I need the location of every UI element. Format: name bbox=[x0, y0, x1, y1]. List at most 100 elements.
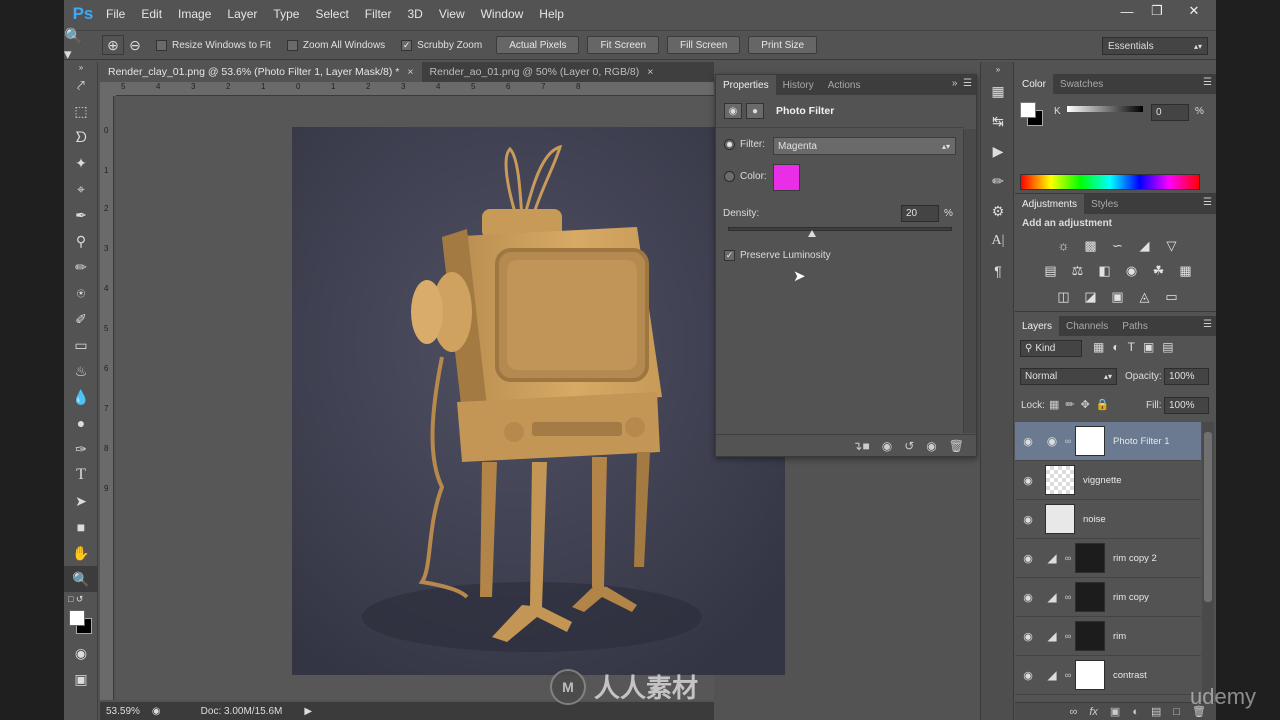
status-proof-icon[interactable]: ◉ bbox=[152, 706, 161, 717]
threshold-icon[interactable]: ▣ bbox=[1104, 284, 1131, 310]
add-mask-icon[interactable]: ▣ bbox=[1110, 705, 1120, 718]
layer-row[interactable]: ◉ ◢ ∞ contrast bbox=[1015, 656, 1201, 695]
opacity-input[interactable]: 100% bbox=[1164, 368, 1209, 385]
adjustment-filter-icon[interactable]: ◐ bbox=[1112, 340, 1127, 354]
brush-presets-icon[interactable]: ✏ bbox=[981, 166, 1015, 196]
scrubby-zoom-checkbox[interactable]: ✓ Scrubby Zoom bbox=[401, 39, 482, 51]
layer-mask-thumbnail[interactable] bbox=[1075, 582, 1105, 612]
restore-icon[interactable]: ❐ bbox=[1142, 0, 1172, 22]
tab-channels[interactable]: Channels bbox=[1059, 316, 1115, 336]
tab-actions[interactable]: Actions bbox=[821, 75, 868, 95]
eye-icon[interactable]: ◉ bbox=[1015, 474, 1041, 487]
layer-row[interactable]: ◉ ◉ ∞ Photo Filter 1 bbox=[1015, 422, 1201, 461]
foreground-color-chip[interactable] bbox=[1020, 102, 1036, 118]
layers-scrollbar[interactable] bbox=[1202, 422, 1214, 702]
screen-mode-icon[interactable]: ▣ bbox=[64, 666, 98, 692]
layer-name[interactable]: contrast bbox=[1113, 670, 1147, 681]
eraser-tool-icon[interactable]: ▭ bbox=[64, 332, 98, 358]
panel-menu-icon[interactable]: ☰ bbox=[1203, 197, 1212, 208]
layer-mask-thumbnail[interactable] bbox=[1075, 543, 1105, 573]
lasso-tool-icon[interactable]: ᗤ bbox=[64, 124, 98, 150]
exposure-icon[interactable]: ◢ bbox=[1131, 233, 1158, 259]
tab-adjustments[interactable]: Adjustments bbox=[1015, 194, 1085, 214]
pen-tool-icon[interactable]: ✑ bbox=[64, 436, 98, 462]
path-selection-tool-icon[interactable]: ➤ bbox=[64, 488, 98, 514]
photo-filter-icon[interactable]: ◉ bbox=[1118, 258, 1145, 284]
layer-row[interactable]: ◉ ◢ ∞ rim copy bbox=[1015, 578, 1201, 617]
link-layers-icon[interactable]: ∞ bbox=[1070, 706, 1078, 718]
clip-to-layer-icon[interactable]: ↴■ bbox=[852, 439, 869, 453]
tab-layers[interactable]: Layers bbox=[1015, 316, 1060, 336]
new-adjustment-icon[interactable]: ◐ bbox=[1132, 706, 1139, 718]
minimize-icon[interactable]: — bbox=[1112, 0, 1142, 22]
layer-mask-thumbnail[interactable] bbox=[1075, 621, 1105, 651]
view-previous-state-icon[interactable]: ◉ bbox=[882, 439, 892, 453]
marquee-tool-icon[interactable]: ⬚ bbox=[64, 98, 98, 124]
blend-mode-select[interactable]: Normal ▴▾ bbox=[1020, 368, 1117, 385]
tab-swatches[interactable]: Swatches bbox=[1053, 74, 1110, 94]
foreground-color-swatch[interactable] bbox=[69, 610, 85, 626]
zoom-all-windows-checkbox[interactable]: Zoom All Windows bbox=[286, 39, 385, 51]
menu-view[interactable]: View bbox=[431, 7, 473, 21]
collapse-toolbar-icon[interactable]: » bbox=[64, 62, 98, 72]
chain-icon[interactable]: ∞ bbox=[1063, 631, 1073, 641]
density-slider[interactable] bbox=[728, 227, 952, 237]
zoom-tool-icon[interactable]: 🔍 bbox=[64, 566, 98, 592]
fill-input[interactable]: 100% bbox=[1164, 397, 1209, 414]
tab-history[interactable]: History bbox=[776, 75, 821, 95]
layer-name[interactable]: rim copy 2 bbox=[1113, 553, 1157, 564]
menu-select[interactable]: Select bbox=[307, 7, 356, 21]
hue-saturation-icon[interactable]: ▤ bbox=[1037, 258, 1064, 284]
layer-row[interactable]: ◉ viggnette bbox=[1015, 461, 1201, 500]
blur-tool-icon[interactable]: 💧 bbox=[64, 384, 98, 410]
brightness-icon[interactable]: ☼ bbox=[1050, 232, 1077, 258]
paragraph-icon[interactable]: ¶ bbox=[981, 256, 1015, 286]
menu-help[interactable]: Help bbox=[531, 7, 572, 21]
layer-name[interactable]: rim copy bbox=[1113, 592, 1149, 603]
new-group-icon[interactable]: ▤ bbox=[1151, 705, 1161, 718]
layer-thumbnail[interactable] bbox=[1045, 465, 1075, 495]
horizontal-ruler[interactable]: 5 4 3 2 1 0 1 2 3 4 5 6 7 8 bbox=[116, 82, 714, 96]
print-size-button[interactable]: Print Size bbox=[748, 36, 818, 54]
history-icon[interactable]: ▦ bbox=[981, 76, 1015, 106]
doc-tab-render-clay[interactable]: Render_clay_01.png @ 53.6% (Photo Filter… bbox=[100, 62, 422, 82]
filter-radio[interactable] bbox=[724, 139, 735, 150]
clone-stamp-tool-icon[interactable]: ⍟ bbox=[64, 280, 98, 306]
history-brush-tool-icon[interactable]: ✐ bbox=[64, 306, 98, 332]
color-balance-icon[interactable]: ⚖ bbox=[1064, 258, 1091, 284]
chain-icon[interactable]: ∞ bbox=[1063, 436, 1073, 446]
chain-icon[interactable]: ∞ bbox=[1063, 670, 1073, 680]
black-white-icon[interactable]: ◧ bbox=[1091, 258, 1118, 284]
layer-row[interactable]: ◉ noise bbox=[1015, 500, 1201, 539]
layer-comps-icon[interactable]: ↹ bbox=[981, 106, 1015, 136]
color-lookup-icon[interactable]: ▦ bbox=[1172, 258, 1199, 284]
lock-position-icon[interactable]: ✥ bbox=[1081, 399, 1096, 411]
menu-edit[interactable]: Edit bbox=[133, 7, 170, 21]
chain-icon[interactable]: ∞ bbox=[1063, 553, 1073, 563]
menu-filter[interactable]: Filter bbox=[357, 7, 400, 21]
zoom-out-icon[interactable]: ⊖ bbox=[124, 35, 146, 55]
character-icon[interactable]: A| bbox=[981, 226, 1015, 256]
menu-file[interactable]: File bbox=[98, 7, 133, 21]
vertical-ruler[interactable]: 0 1 2 3 4 5 6 7 8 9 bbox=[100, 96, 114, 700]
levels-icon[interactable]: ▩ bbox=[1077, 233, 1104, 259]
status-menu-arrow-icon[interactable]: ▶ bbox=[304, 706, 312, 717]
tab-color[interactable]: Color bbox=[1015, 74, 1053, 94]
tool-presets-icon[interactable]: ⚙ bbox=[981, 196, 1015, 226]
type-filter-icon[interactable]: T bbox=[1128, 340, 1143, 354]
color-radio[interactable] bbox=[724, 171, 735, 182]
properties-scrollbar[interactable] bbox=[963, 129, 976, 433]
preserve-luminosity-checkbox[interactable]: ✓ bbox=[724, 250, 735, 261]
adjustment-layer-icon[interactable]: ◉ bbox=[724, 103, 742, 119]
lock-transparent-icon[interactable]: ▦ bbox=[1049, 399, 1065, 411]
magic-wand-tool-icon[interactable]: ✦ bbox=[64, 150, 98, 176]
pixel-filter-icon[interactable]: ▦ bbox=[1093, 340, 1112, 354]
brush-tool-icon[interactable]: ✏ bbox=[64, 254, 98, 280]
mask-icon[interactable]: ● bbox=[746, 103, 764, 119]
panel-menu-icon[interactable]: » ☰ bbox=[952, 78, 972, 89]
menu-window[interactable]: Window bbox=[473, 7, 532, 21]
filter-color-swatch[interactable] bbox=[773, 164, 800, 191]
zoom-tool-preset-icon[interactable]: 🔍▾ bbox=[64, 28, 90, 63]
eyedropper-tool-icon[interactable]: ✒ bbox=[64, 202, 98, 228]
menu-image[interactable]: Image bbox=[170, 7, 219, 21]
